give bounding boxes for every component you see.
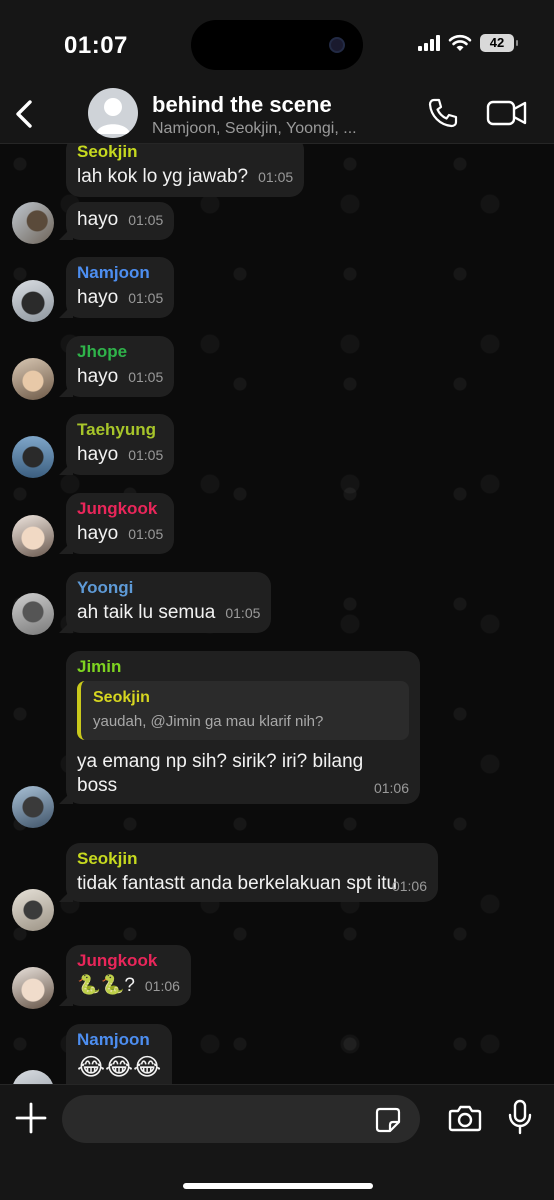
message-bubble[interactable]: Jhope hayo 01:05 bbox=[66, 336, 175, 397]
message-time: 01:05 bbox=[258, 169, 294, 185]
message-bubble[interactable]: Seokjin lah kok lo yg jawab? 01:05 bbox=[66, 144, 305, 197]
message-bubble[interactable]: Jungkook 🐍🐍? 01:06 bbox=[66, 945, 191, 1006]
avatar[interactable] bbox=[12, 280, 54, 322]
message-bubble[interactable]: Seokjin tidak fantastt anda berkelakuan … bbox=[66, 843, 438, 902]
composer-bar bbox=[0, 1084, 554, 1200]
message-sender: Jimin bbox=[77, 657, 122, 676]
message-time: 01:06 bbox=[144, 978, 180, 994]
message-time: 01:06 bbox=[373, 780, 409, 796]
camera-icon[interactable] bbox=[448, 1103, 482, 1133]
message-sender: Namjoon bbox=[77, 1030, 150, 1049]
cellular-signal-icon bbox=[418, 35, 440, 51]
message-text: hayo bbox=[77, 287, 119, 308]
message-bubble[interactable]: Yoongi ah taik lu semua 01:05 bbox=[66, 572, 272, 633]
message-time: 01:05 bbox=[128, 290, 164, 306]
message-text: 🐍🐍? bbox=[77, 975, 135, 996]
microphone-icon[interactable] bbox=[506, 1099, 534, 1135]
avatar[interactable] bbox=[12, 786, 54, 828]
message-time: 01:05 bbox=[128, 212, 164, 228]
message-text: tidak fantastt anda berkelakuan spt itu bbox=[77, 873, 398, 894]
status-icons: 42 bbox=[418, 34, 518, 52]
phone-icon[interactable] bbox=[426, 96, 460, 130]
message-sender: Jungkook bbox=[77, 499, 158, 518]
group-avatar[interactable] bbox=[88, 88, 138, 138]
message-sender: Seokjin bbox=[77, 849, 138, 868]
quoted-text: yaudah, @Jimin ga mau klarif nih? bbox=[93, 713, 324, 730]
status-time: 01:07 bbox=[64, 32, 128, 59]
chat-title[interactable]: behind the scene bbox=[152, 92, 332, 118]
avatar[interactable] bbox=[12, 967, 54, 1009]
message-sender: Seokjin bbox=[77, 144, 138, 161]
camera-dot bbox=[329, 37, 345, 53]
message-text: lah kok lo yg jawab? bbox=[77, 166, 249, 187]
avatar[interactable] bbox=[12, 593, 54, 635]
message-sender: Jhope bbox=[77, 342, 128, 361]
message-text: hayo bbox=[77, 209, 119, 230]
message-text: 😂😂😂 bbox=[77, 1054, 162, 1081]
message-time: 01:05 bbox=[128, 369, 164, 385]
chat-header: behind the scene Namjoon, Seokjin, Yoong… bbox=[0, 88, 554, 144]
avatar[interactable] bbox=[12, 515, 54, 557]
message-sender: Yoongi bbox=[77, 578, 134, 597]
message-time: 01:05 bbox=[225, 605, 261, 621]
avatar[interactable] bbox=[12, 202, 54, 244]
avatar[interactable] bbox=[12, 436, 54, 478]
message-list[interactable]: Seokjin lah kok lo yg jawab? 01:05 hayo 01… bbox=[0, 144, 554, 1084]
chevron-left-icon[interactable] bbox=[10, 94, 40, 134]
message-bubble[interactable]: Namjoon 😂😂😂 bbox=[66, 1024, 173, 1084]
quoted-message[interactable]: Seokjin yaudah, @Jimin ga mau klarif nih… bbox=[77, 681, 409, 740]
chat-members[interactable]: Namjoon, Seokjin, Yoongi, ... bbox=[152, 120, 357, 138]
message-sender: Taehyung bbox=[77, 420, 157, 439]
message-bubble[interactable]: Taehyung hayo 01:05 bbox=[66, 414, 175, 475]
plus-icon[interactable] bbox=[14, 1101, 48, 1135]
message-bubble[interactable]: Namjoon hayo 01:05 bbox=[66, 257, 175, 318]
message-bubble[interactable]: hayo 01:05 bbox=[66, 202, 175, 240]
message-text: hayo bbox=[77, 366, 119, 387]
person-placeholder-icon bbox=[96, 98, 130, 134]
avatar[interactable] bbox=[12, 358, 54, 400]
message-sender: Namjoon bbox=[77, 263, 150, 282]
message-time: 01:05 bbox=[128, 526, 164, 542]
message-input[interactable] bbox=[62, 1095, 420, 1143]
message-bubble[interactable]: Jimin Seokjin yaudah, @Jimin ga mau klar… bbox=[66, 651, 420, 804]
quoted-sender: Seokjin bbox=[93, 689, 150, 706]
message-sender: Jungkook bbox=[77, 951, 158, 970]
avatar[interactable] bbox=[12, 1070, 54, 1084]
video-camera-icon[interactable] bbox=[486, 98, 528, 128]
message-text: hayo bbox=[77, 444, 119, 465]
message-text: hayo bbox=[77, 523, 119, 544]
sticker-icon[interactable] bbox=[374, 1106, 402, 1134]
home-indicator[interactable] bbox=[183, 1183, 373, 1189]
message-bubble[interactable]: Jungkook hayo 01:05 bbox=[66, 493, 175, 554]
avatar[interactable] bbox=[12, 889, 54, 931]
message-text: ah taik lu semua bbox=[77, 602, 216, 623]
wifi-icon bbox=[448, 34, 472, 51]
battery-icon: 42 bbox=[480, 34, 518, 52]
dynamic-island bbox=[191, 20, 363, 70]
status-bar: 01:07 42 bbox=[0, 0, 554, 88]
message-time: 01:05 bbox=[128, 447, 164, 463]
